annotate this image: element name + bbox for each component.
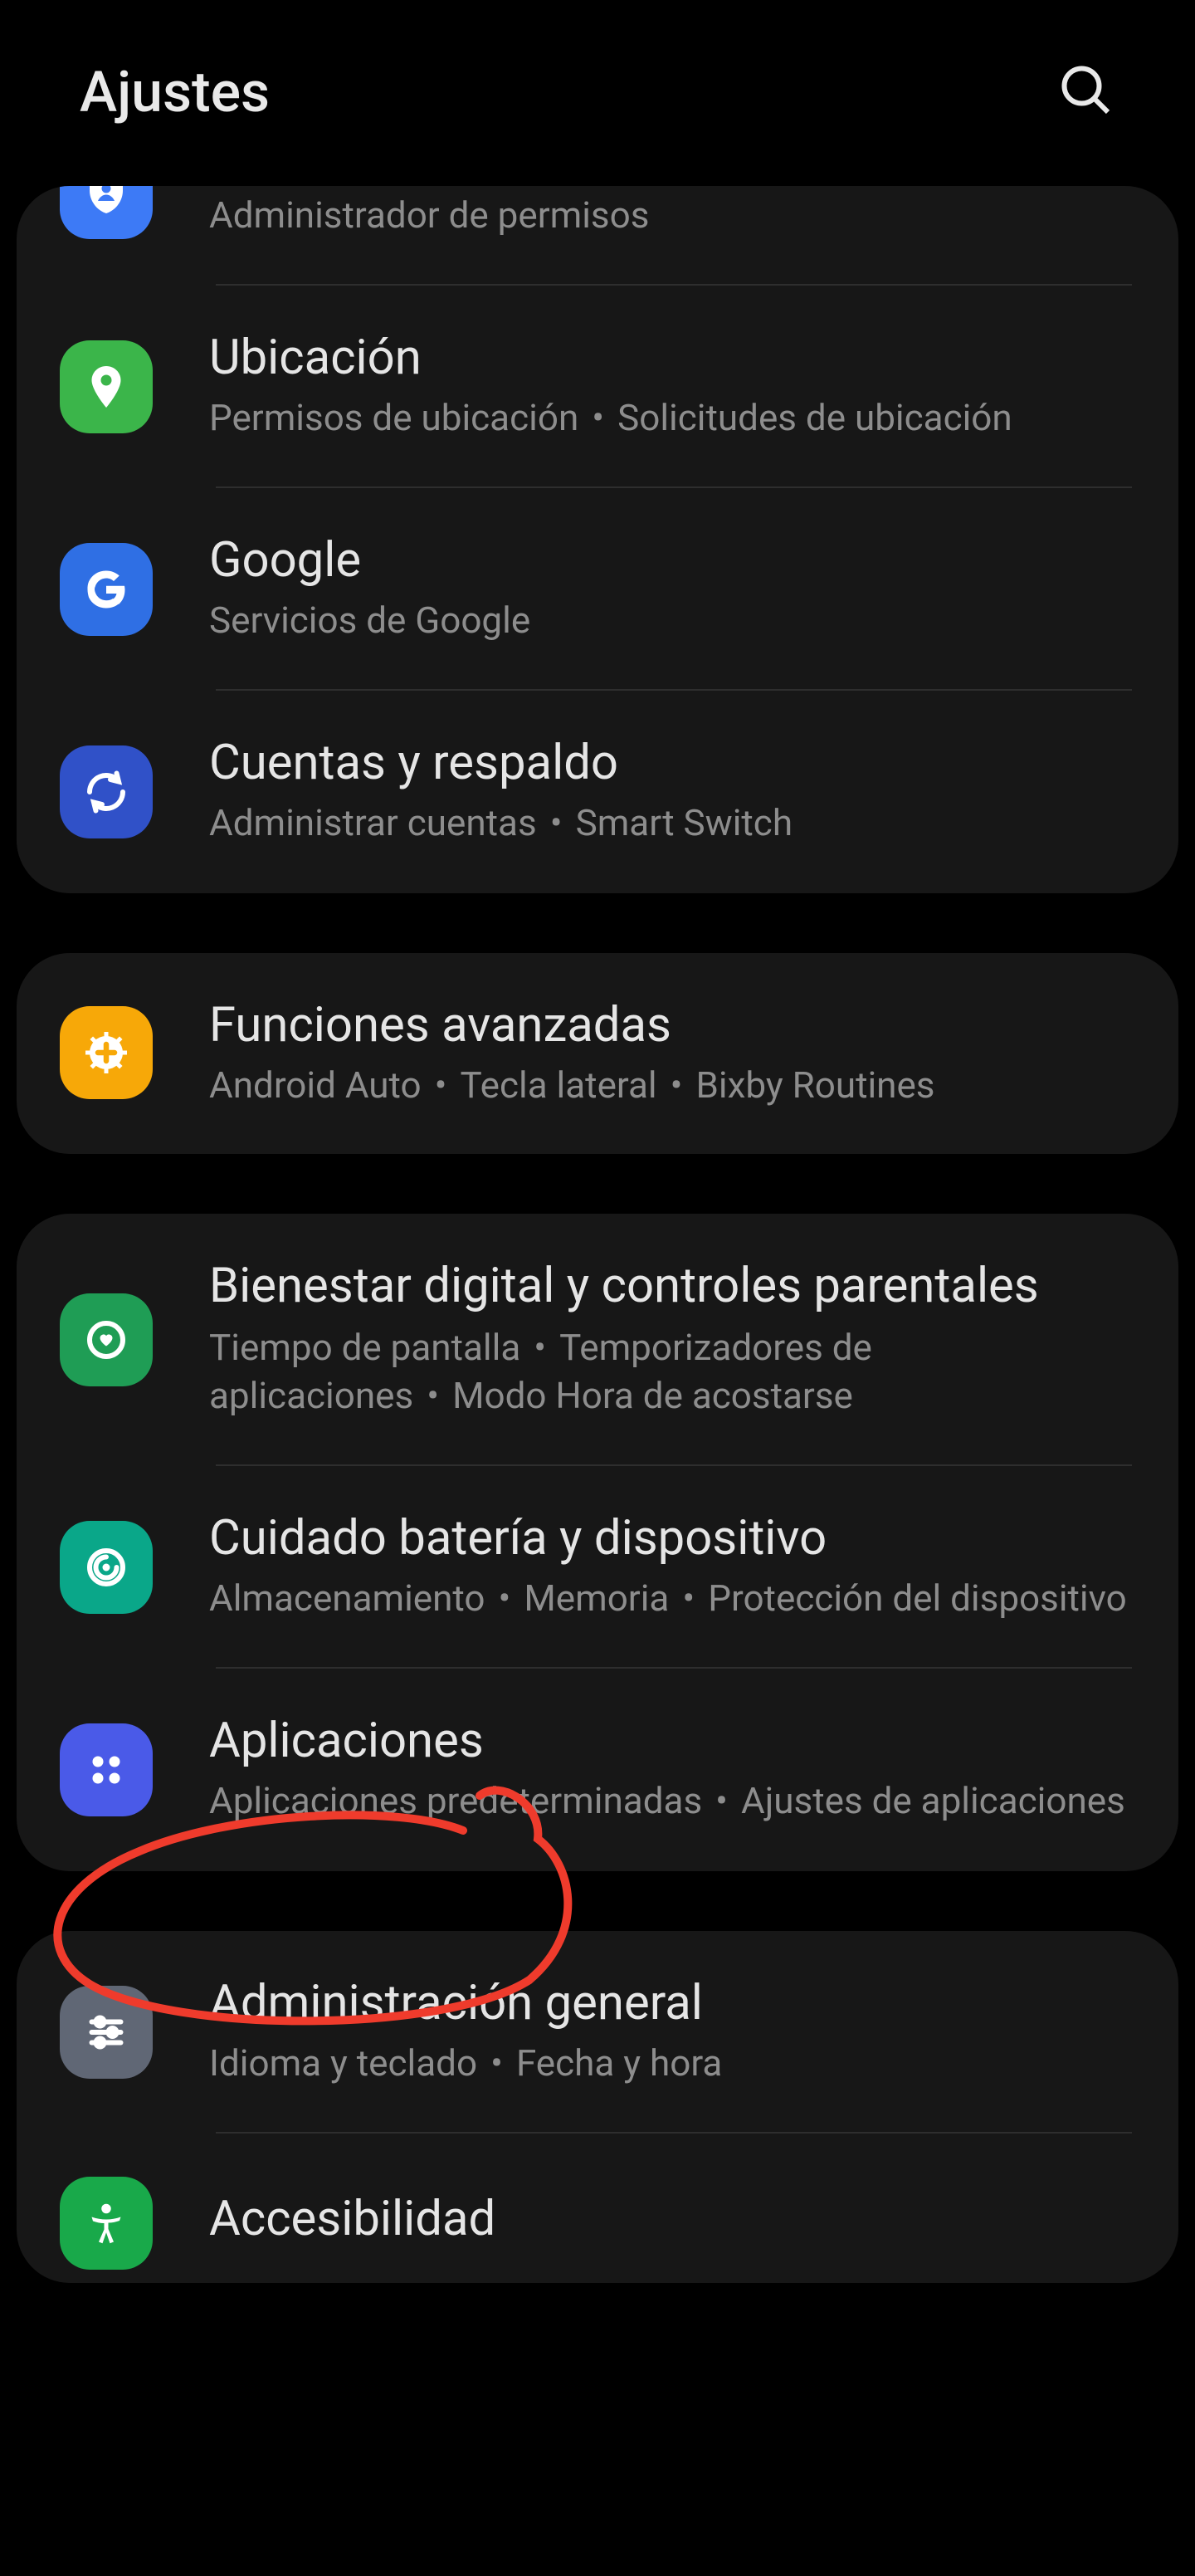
settings-item-accessibility[interactable]: Accesibilidad (17, 2134, 1178, 2283)
header: Ajustes (0, 0, 1195, 186)
settings-item-title: Cuidado batería y dispositivo (209, 1509, 1132, 1570)
settings-item-subtitle: Almacenamiento•Memoria•Protección del di… (209, 1576, 1132, 1625)
care-icon (60, 1521, 153, 1614)
settings-item-general[interactable]: Administración general Idioma y teclado•… (17, 1931, 1178, 2134)
settings-item-subtitle: Servicios de Google (209, 598, 1132, 647)
settings-item-title: Google (209, 530, 1132, 591)
settings-item-text: Cuidado batería y dispositivo Almacenami… (209, 1509, 1132, 1625)
settings-item-subtitle: Permisos de ubicación•Solicitudes de ubi… (209, 395, 1132, 444)
settings-group: Administración general Idioma y teclado•… (17, 1931, 1178, 2283)
apps-icon (60, 1723, 153, 1816)
settings-item-subtitle: Administrar cuentas•Smart Switch (209, 800, 1132, 849)
settings-item-google[interactable]: Google Servicios de Google (17, 487, 1178, 690)
settings-item-advanced[interactable]: Funciones avanzadas Android Auto•Tecla l… (17, 952, 1178, 1155)
pin-icon (60, 340, 153, 433)
shield-icon (60, 186, 153, 239)
settings-item-accounts[interactable]: Cuentas y respaldo Administrar cuentas•S… (17, 690, 1178, 892)
heart-ring-icon (60, 1294, 153, 1387)
settings-item-privacy[interactable]: Administrador de permisos (17, 186, 1178, 285)
settings-group: Funciones avanzadas Android Auto•Tecla l… (17, 952, 1178, 1155)
settings-item-subtitle: Android Auto•Tecla lateral•Bixby Routine… (209, 1063, 1132, 1112)
settings-item-text: Accesibilidad (209, 2190, 1132, 2257)
settings-item-apps[interactable]: Aplicaciones Aplicaciones predeterminada… (17, 1669, 1178, 1871)
settings-item-text: Cuentas y respaldo Administrar cuentas•S… (209, 733, 1132, 849)
settings-item-text: Administración general Idioma y teclado•… (209, 1974, 1132, 2090)
settings-item-subtitle: Aplicaciones predeterminadas•Ajustes de … (209, 1779, 1132, 1828)
settings-group: Administrador de permisos Ubicación Perm… (17, 186, 1178, 892)
settings-item-title: Administración general (209, 1974, 1132, 2035)
search-icon (1056, 95, 1115, 126)
settings-item-location[interactable]: Ubicación Permisos de ubicación•Solicitu… (17, 285, 1178, 487)
sync-icon (60, 745, 153, 838)
settings-item-subtitle: Idioma y teclado•Fecha y hora (209, 2041, 1132, 2090)
settings-item-text: Aplicaciones Aplicaciones predeterminada… (209, 1712, 1132, 1828)
settings-item-title: Ubicación (209, 328, 1132, 389)
settings-item-subtitle: Administrador de permisos (209, 193, 1132, 242)
settings-item-text: Administrador de permisos (209, 186, 1132, 242)
settings-item-text: Google Servicios de Google (209, 530, 1132, 647)
settings-item-title: Cuentas y respaldo (209, 733, 1132, 794)
settings-item-wellbeing[interactable]: Bienestar digital y controles parentales… (17, 1215, 1178, 1466)
settings-item-text: Ubicación Permisos de ubicación•Solicitu… (209, 328, 1132, 444)
settings-item-title: Funciones avanzadas (209, 995, 1132, 1056)
sliders-icon (60, 1986, 153, 2079)
settings-item-title: Accesibilidad (209, 2190, 1132, 2251)
page-title: Ajustes (80, 60, 270, 126)
search-button[interactable] (1056, 60, 1115, 126)
settings-item-title: Aplicaciones (209, 1712, 1132, 1772)
settings-item-text: Bienestar digital y controles parentales… (209, 1258, 1132, 1423)
a11y-icon (60, 2177, 153, 2270)
plus-gear-icon (60, 1007, 153, 1100)
settings-group: Bienestar digital y controles parentales… (17, 1215, 1178, 1871)
settings-item-title: Bienestar digital y controles parentales (209, 1258, 1132, 1318)
settings-item-subtitle: Tiempo de pantalla•Temporizadores de apl… (209, 1324, 1132, 1423)
google-icon (60, 542, 153, 635)
settings-item-devicecare[interactable]: Cuidado batería y dispositivo Almacenami… (17, 1466, 1178, 1669)
settings-item-text: Funciones avanzadas Android Auto•Tecla l… (209, 995, 1132, 1112)
